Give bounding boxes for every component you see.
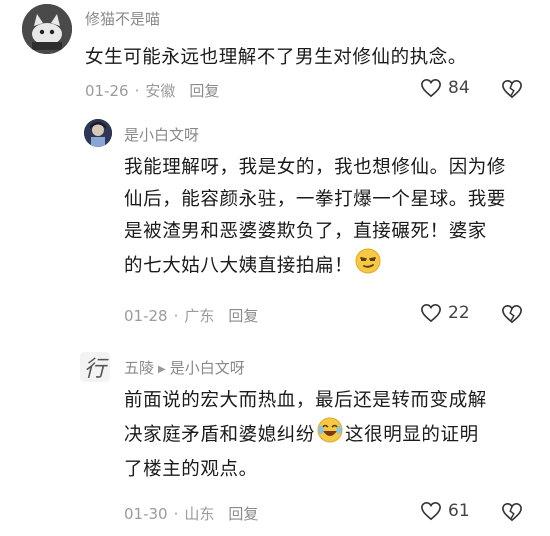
heart-icon (421, 303, 441, 323)
heart-icon (421, 78, 441, 98)
comment-text: 我能理解呀，我是女的，我也想修仙。因为修 仙后，能容颜永驻，一拳打爆一个星球。我… (124, 152, 534, 285)
comment-text-line-wrap: 的七大姑八大姨直接拍扁！ (124, 248, 534, 285)
comment-date: 01-30 (124, 505, 168, 523)
comment-text-line-wrap: 决家庭矛盾和婆媳纠纷 这很明显的证明 (124, 417, 534, 454)
comment-date: 01-26 (85, 82, 129, 100)
comment-text-line: 仙后，能容颜永驻，一拳打爆一个星球。我要 (124, 189, 507, 210)
avatar-character: 行 (83, 357, 106, 382)
comment-location: 安徽 (145, 82, 176, 100)
comment-text-line: 了楼主的观点。 (124, 459, 258, 480)
cat-avatar-icon[interactable] (22, 4, 72, 54)
reply-button[interactable]: 回复 (228, 307, 258, 325)
like-count: 61 (448, 501, 470, 521)
broken-heart-icon (502, 304, 522, 324)
heart-icon (421, 501, 441, 521)
comment-text-line: 决家庭矛盾和婆媳纠纷 (124, 424, 316, 446)
reply-arrow-icon: ▶ (158, 364, 166, 375)
like-count: 22 (448, 303, 470, 323)
dislike-button[interactable] (500, 304, 524, 328)
comment-date: 01-28 (124, 307, 168, 325)
comment-username[interactable]: 是小白文呀 (124, 124, 199, 145)
anime-avatar-icon[interactable] (84, 119, 112, 147)
comment-text-line: 的七大姑八大姨直接拍扁！ (124, 255, 354, 277)
separator-dot: · (173, 505, 179, 523)
like-button[interactable]: 61 (420, 501, 470, 521)
calligraphy-avatar-icon[interactable]: 行 (80, 352, 110, 382)
comment-meta: 01-28 · 广东 回复 (124, 305, 258, 326)
comment-meta: 01-26 · 安徽 回复 (85, 80, 219, 101)
separator-dot: · (173, 307, 179, 325)
comment-text-line: 我能理解呀，我是女的，我也想修仙。因为修 (124, 157, 507, 178)
like-button[interactable]: 22 (420, 303, 470, 323)
comment-meta: 01-30 · 山东 回复 (124, 503, 258, 524)
reply-target-username[interactable]: 是小白文呀 (170, 359, 245, 377)
like-count: 84 (448, 78, 470, 98)
laughing-crying-emoji-icon (317, 417, 343, 454)
reply-button[interactable]: 回复 (228, 505, 258, 523)
comment-text-line: 这很明显的证明 (345, 424, 479, 446)
comment-username[interactable]: 修猫不是喵 (85, 8, 160, 29)
comment-text: 女生可能永远也理解不了男生对修仙的执念。 (85, 47, 468, 68)
comment-location: 山东 (184, 505, 215, 523)
comment-username-line: 五陵 ▶ 是小白文呀 (124, 357, 245, 378)
comment-text-line: 是被渣男和恶婆婆欺负了，直接碾死！婆家 (124, 221, 487, 242)
separator-dot: · (134, 82, 140, 100)
broken-heart-icon (502, 502, 522, 522)
dislike-button[interactable] (500, 79, 524, 103)
like-button[interactable]: 84 (420, 78, 470, 98)
comment-text-line: 前面说的宏大而热血，最后还是转而变成解 (124, 390, 487, 411)
comment-location: 广东 (184, 307, 215, 325)
reply-button[interactable]: 回复 (189, 82, 219, 100)
comment-username[interactable]: 五陵 (124, 359, 154, 377)
broken-heart-icon (502, 79, 522, 99)
dislike-button[interactable] (500, 502, 524, 526)
smirk-emoji-icon (355, 248, 381, 285)
comment-text: 前面说的宏大而热血，最后还是转而变成解 决家庭矛盾和婆媳纠纷 这很明显的证明 了楼… (124, 385, 534, 486)
